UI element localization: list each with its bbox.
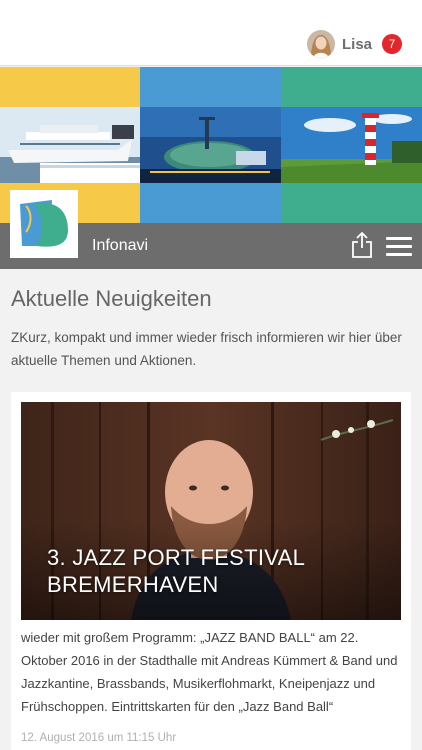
top-bar: Lisa 7	[0, 0, 422, 66]
news-hero-image[interactable]: 3. JAZZ PORT FESTIVAL BREMERHAVEN	[21, 402, 401, 620]
app-logo[interactable]	[10, 190, 78, 258]
news-card[interactable]: 3. JAZZ PORT FESTIVAL BREMERHAVEN wieder…	[11, 392, 411, 750]
hamburger-menu-icon[interactable]	[386, 237, 412, 257]
news-title[interactable]: 3. JAZZ PORT FESTIVAL BREMERHAVEN	[47, 544, 377, 598]
page-title: Aktuelle Neuigkeiten	[11, 286, 212, 311]
section-intro: ZKurz, kompakt und immer wieder frisch i…	[11, 330, 402, 368]
user-profile[interactable]: Lisa 7	[306, 29, 402, 59]
menu-line	[386, 245, 412, 248]
news-excerpt: wieder mit großem Programm: „JAZZ BAND B…	[21, 630, 398, 714]
app-title: Infonavi	[92, 237, 149, 254]
user-name[interactable]: Lisa	[342, 36, 372, 53]
news-date: 12. August 2016 um 11:15 Uhr	[21, 732, 177, 744]
avatar[interactable]	[306, 30, 335, 58]
notification-badge[interactable]: 7	[382, 34, 402, 54]
share-icon[interactable]	[351, 231, 373, 259]
menu-line	[386, 237, 412, 240]
menu-line	[386, 253, 412, 256]
